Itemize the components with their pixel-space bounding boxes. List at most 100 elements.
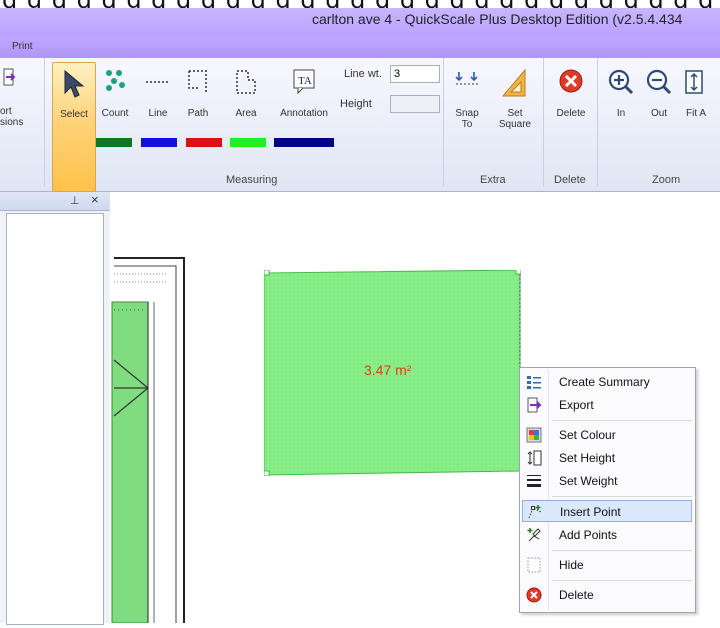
ribbon: ort sions Select Count Line Path Area TA… [0,58,720,192]
line-weight-input[interactable]: 3 [390,65,440,83]
line-button[interactable]: Line [140,62,177,162]
snap-label-2: To [461,119,473,130]
export-icon [3,68,16,86]
menu-item-label: Set Colour [559,428,616,442]
snap-icon [455,72,478,85]
zoom-out-icon [646,69,672,95]
add-points-icon [527,528,541,542]
snap-label-1: Snap [455,108,479,119]
group-measuring-label: Measuring [226,174,278,186]
zoom-in-icon [608,69,634,95]
vertex-handle[interactable] [264,470,270,476]
menu-separator [552,550,692,551]
menu-item-set-weight[interactable]: Set Weight [522,470,692,492]
zoom-out-button[interactable]: Out [642,62,676,162]
area-button[interactable]: Area [226,62,266,162]
menu-item-export[interactable]: Export [522,394,692,416]
close-icon[interactable]: × [91,192,99,207]
set-square-icon [501,68,526,97]
ribbon-separator [44,58,45,186]
annotation-button[interactable]: TA Annotation [272,62,336,162]
line-color-swatch[interactable] [141,138,177,147]
window-title: carlton ave 4 - QuickScale Plus Desktop … [312,11,683,27]
annotation-label: Annotation [280,108,328,119]
count-color-swatch[interactable] [96,138,132,147]
menu-item-delete[interactable]: Delete [522,584,692,606]
menu-item-set-height[interactable]: Set Height [522,447,692,469]
fit-all-label: Fit A [686,108,707,119]
height-input[interactable] [390,95,440,113]
delete-icon [559,69,583,93]
zoom-out-label: Out [650,108,668,119]
area-value-label: 3.47 m² [364,362,412,378]
vertex-handle[interactable] [264,270,270,276]
menu-item-label: Create Summary [559,375,650,389]
menu-item-label: Set Weight [559,474,618,488]
menu-item-insert-point[interactable]: Insert Point [522,500,692,522]
title-bar: carlton ave 4 - QuickScale Plus Desktop … [0,8,720,36]
line-weight-label: Line wt. [344,68,382,80]
zoom-in-label: In [616,108,626,119]
set-square-label-2: Square [498,119,532,130]
menu-separator [552,580,692,581]
path-button[interactable]: Path [180,62,222,162]
annotation-color-swatch[interactable] [274,138,334,147]
export-icon [527,397,542,413]
menu-item-hide[interactable]: Hide [522,554,692,576]
menu-item-label: Set Height [559,451,616,465]
side-panel-body [6,213,104,625]
svg-text:TA: TA [298,75,312,87]
fit-all-icon [685,70,703,94]
vertex-handle[interactable] [515,270,521,275]
menu-bar: Print [0,36,720,58]
group-zoom-label: Zoom [652,174,681,186]
area-color-swatch[interactable] [230,138,266,147]
context-menu: Create Summary Export Set Colour Set Hei… [519,367,696,613]
export-label-top: ort [0,106,12,117]
summary-icon [527,376,541,389]
set-square-label-1: Set [507,108,523,119]
export-dimensions-button[interactable]: ort sions [0,62,42,162]
delete-icon [526,587,542,603]
count-button[interactable]: Count [96,62,134,162]
fit-all-button[interactable]: Fit A [680,62,720,162]
path-icon [188,70,207,94]
ribbon-separator [597,58,598,186]
palette-icon [526,427,542,443]
menu-item-label: Delete [559,588,594,602]
menu-separator [552,496,692,497]
cutoff-heading: ɑ ɡ ɑ ɑ ɑ ɡ ɑ ɑ ɑ ɑ ɑ ɡ ɑ ɑ ɑ ɑ ɑ ɑ ɑ ɑ … [0,0,720,8]
height-icon [527,450,542,466]
select-label: Select [60,109,88,120]
side-panel-header: ⊥ × [0,192,110,211]
tab-print[interactable]: Print [12,41,33,52]
menu-item-create-summary[interactable]: Create Summary [522,371,692,393]
count-label: Count [101,108,129,119]
ribbon-separator [443,58,444,186]
count-dots-icon [106,70,125,91]
path-label: Path [187,108,209,119]
pin-icon[interactable]: ⊥ [70,194,80,207]
path-color-swatch[interactable] [186,138,222,147]
delete-button[interactable]: Delete [548,62,594,162]
menu-item-label: Add Points [559,528,618,542]
side-panel: ⊥ × [0,192,110,625]
height-label: Height [340,98,372,110]
area-label: Area [235,108,257,119]
select-button[interactable]: Select [52,62,96,192]
group-extra-label: Extra [480,174,506,186]
zoom-in-button[interactable]: In [604,62,638,162]
menu-item-label: Export [559,398,594,412]
annotation-icon: TA [293,69,315,94]
menu-item-set-colour[interactable]: Set Colour [522,424,692,446]
ribbon-separator [543,58,544,186]
area-icon [236,70,256,94]
hide-icon [527,557,541,573]
snap-to-button[interactable]: Snap To [447,62,487,162]
menu-item-add-points[interactable]: Add Points [522,524,692,546]
menu-item-label: Hide [559,558,584,572]
delete-label: Delete [556,108,586,119]
insert-point-icon [528,505,542,519]
set-square-button[interactable]: Set Square [492,62,538,162]
group-delete-label: Delete [554,174,586,186]
